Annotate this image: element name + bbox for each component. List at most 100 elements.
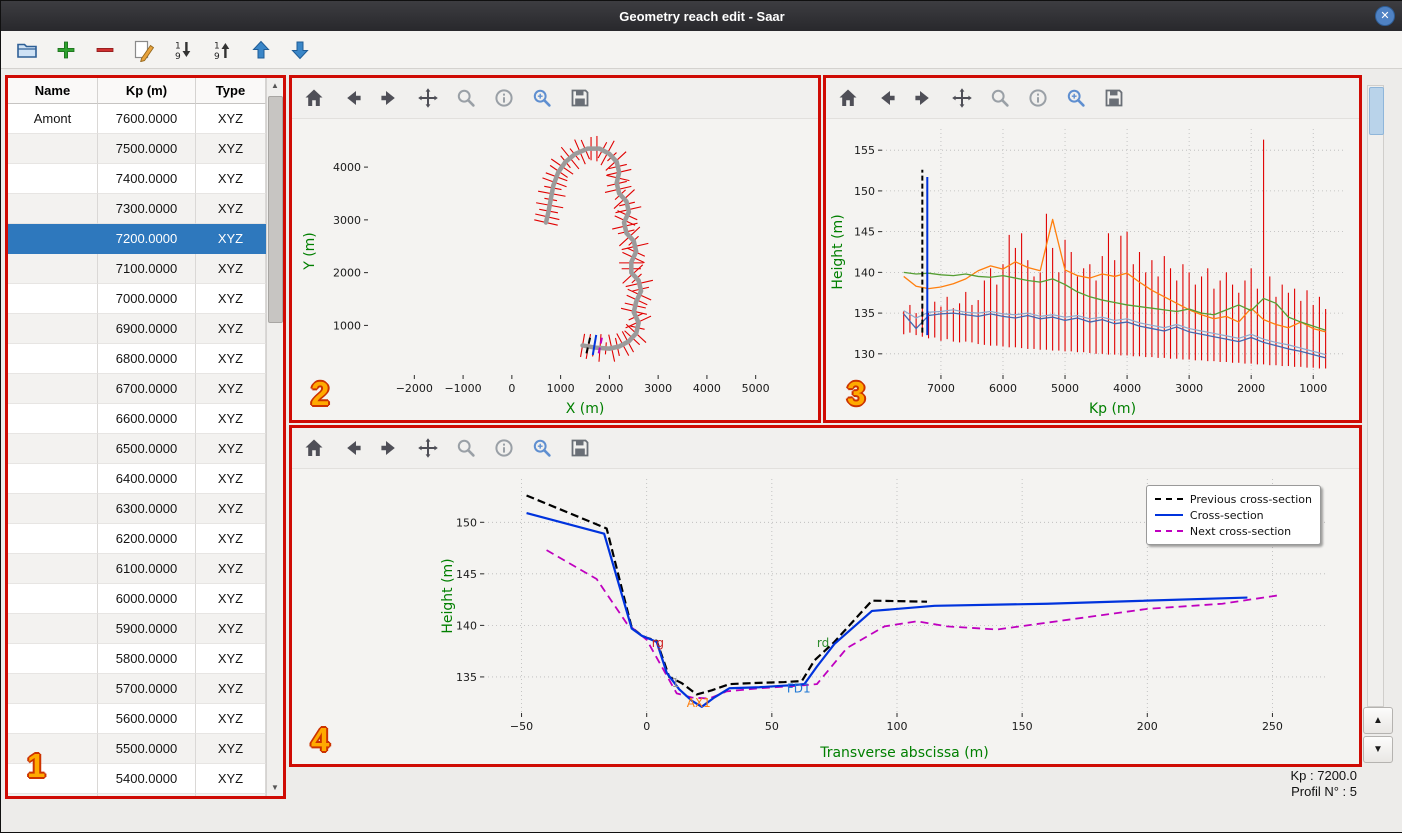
forward-icon[interactable]: [912, 86, 936, 110]
svg-text:145: 145: [456, 568, 477, 581]
zoom-rect-icon[interactable]: [454, 86, 478, 110]
plan-view-chart[interactable]: −2000 −1000 0 1000 2000 3000 4000 5000 1000 2000 3…: [292, 119, 818, 421]
next-profile-button[interactable]: ▼: [1363, 736, 1393, 763]
cell-name: [8, 674, 98, 704]
save-icon[interactable]: [568, 86, 592, 110]
cell-name: [8, 284, 98, 314]
window-title: Geometry reach edit - Saar: [619, 8, 785, 24]
table-row[interactable]: 7500.0000 XYZ: [8, 134, 266, 164]
svg-text:1: 1: [175, 41, 181, 51]
back-icon[interactable]: [874, 86, 898, 110]
long-profile-toolbar: [826, 78, 1359, 119]
table-row[interactable]: 7300.0000 XYZ: [8, 194, 266, 224]
pan-icon[interactable]: [950, 86, 974, 110]
table-row[interactable]: 6200.0000 XYZ: [8, 524, 266, 554]
table-row[interactable]: 5300.0000XYZ: [8, 794, 266, 796]
pan-icon[interactable]: [416, 86, 440, 110]
cell-kp: 6200.0000: [98, 524, 196, 554]
home-icon[interactable]: [302, 86, 326, 110]
edit-profile-icon[interactable]: [132, 38, 156, 62]
svg-text:4000: 4000: [693, 382, 721, 395]
cell-name: [8, 614, 98, 644]
table-row[interactable]: 6600.0000 XYZ: [8, 404, 266, 434]
zoom-rect-icon[interactable]: [454, 436, 478, 460]
figure-options-icon[interactable]: [1026, 86, 1050, 110]
panel-annotation-4: 4: [311, 721, 330, 758]
svg-text:−1000: −1000: [444, 382, 481, 395]
zoom-custom-icon[interactable]: [530, 436, 554, 460]
table-row[interactable]: 6300.0000 XYZ: [8, 494, 266, 524]
scroll-up-icon[interactable]: ▲: [267, 78, 283, 94]
table-row[interactable]: 6800.0000 XYZ: [8, 344, 266, 374]
zoom-rect-icon[interactable]: [988, 86, 1012, 110]
figure-options-icon[interactable]: [492, 436, 516, 460]
cell-kp: 6000.0000: [98, 584, 196, 614]
table-row[interactable]: 5600.0000 XYZ: [8, 704, 266, 734]
table-row[interactable]: 5400.0000 XYZ: [8, 764, 266, 794]
legend-item: Next cross-section: [1154, 523, 1312, 539]
cell-kp: 7500.0000: [98, 134, 196, 164]
long-profile-chart[interactable]: 7000 6000 5000 4000 3000 2000 1000 130 135 140 145…: [826, 119, 1359, 421]
open-file-icon[interactable]: [15, 38, 39, 62]
window-scrollbar-thumb[interactable]: [1369, 87, 1384, 135]
back-icon[interactable]: [340, 436, 364, 460]
previous-profile-button[interactable]: ▲: [1363, 707, 1393, 734]
table-row[interactable]: 6400.0000 XYZ: [8, 464, 266, 494]
zoom-custom-icon[interactable]: [530, 86, 554, 110]
home-icon[interactable]: [302, 436, 326, 460]
cell-name: Amont: [8, 104, 98, 134]
cell-type: XYZ: [196, 164, 266, 194]
cross-section-legend: Previous cross-section Cross-section Next …: [1145, 485, 1321, 545]
table-scrollbar-thumb[interactable]: [268, 96, 283, 323]
close-icon[interactable]: ✕: [1375, 6, 1395, 26]
renumber-descending-icon[interactable]: 19: [171, 38, 195, 62]
back-icon[interactable]: [340, 86, 364, 110]
renumber-ascending-icon[interactable]: 19: [210, 38, 234, 62]
table-scrollbar[interactable]: ▲ ▼: [266, 78, 283, 796]
legend-label: Cross-section: [1189, 508, 1264, 522]
table-row[interactable]: 6900.0000 XYZ: [8, 314, 266, 344]
move-down-icon[interactable]: [288, 38, 312, 62]
svg-text:−50: −50: [510, 720, 533, 733]
cell-type: XYZ: [196, 104, 266, 134]
table-row[interactable]: 7400.0000 XYZ: [8, 164, 266, 194]
home-icon[interactable]: [836, 86, 860, 110]
scroll-down-icon[interactable]: ▼: [267, 780, 283, 796]
profiles-table-panel: Name Kp (m) Type Amont 7600.0000 XYZ 7500.000…: [5, 75, 286, 799]
table-row[interactable]: 5700.0000 XYZ: [8, 674, 266, 704]
table-row[interactable]: 6500.0000 XYZ: [8, 434, 266, 464]
remove-profile-icon[interactable]: [93, 38, 117, 62]
forward-icon[interactable]: [378, 436, 402, 460]
cell-name: [8, 374, 98, 404]
column-header-kpm: Kp (m): [98, 78, 196, 104]
svg-text:140: 140: [456, 619, 477, 632]
table-row[interactable]: 6100.0000 XYZ: [8, 554, 266, 584]
table-row[interactable]: 5800.0000 XYZ: [8, 644, 266, 674]
zoom-custom-icon[interactable]: [1064, 86, 1088, 110]
move-up-icon[interactable]: [249, 38, 273, 62]
save-icon[interactable]: [568, 436, 592, 460]
cell-name: [8, 254, 98, 284]
svg-text:Transverse abscissa (m): Transverse abscissa (m): [819, 745, 989, 761]
table-row[interactable]: Amont 7600.0000 XYZ: [8, 104, 266, 134]
cell-kp: 6800.0000: [98, 344, 196, 374]
figure-options-icon[interactable]: [492, 86, 516, 110]
svg-text:2000: 2000: [333, 267, 361, 280]
legend-line-sample: [1154, 498, 1183, 500]
table-row[interactable]: 6700.0000 XYZ: [8, 374, 266, 404]
add-profile-icon[interactable]: [54, 38, 78, 62]
panel-annotation-2: 2: [311, 375, 330, 412]
svg-text:4000: 4000: [333, 161, 361, 174]
table-row[interactable]: 7200.0000 XYZ: [8, 224, 266, 254]
table-row[interactable]: 5500.0000 XYZ: [8, 734, 266, 764]
forward-icon[interactable]: [378, 86, 402, 110]
svg-text:150: 150: [854, 185, 875, 198]
table-row[interactable]: 7000.0000 XYZ: [8, 284, 266, 314]
table-row[interactable]: 6000.0000 XYZ: [8, 584, 266, 614]
table-row[interactable]: 7100.0000 XYZ: [8, 254, 266, 284]
table-row[interactable]: 5900.0000 XYZ: [8, 614, 266, 644]
pan-icon[interactable]: [416, 436, 440, 460]
save-icon[interactable]: [1102, 86, 1126, 110]
cell-kp: 5300.0000: [98, 794, 196, 796]
window-scrollbar[interactable]: [1367, 85, 1384, 707]
